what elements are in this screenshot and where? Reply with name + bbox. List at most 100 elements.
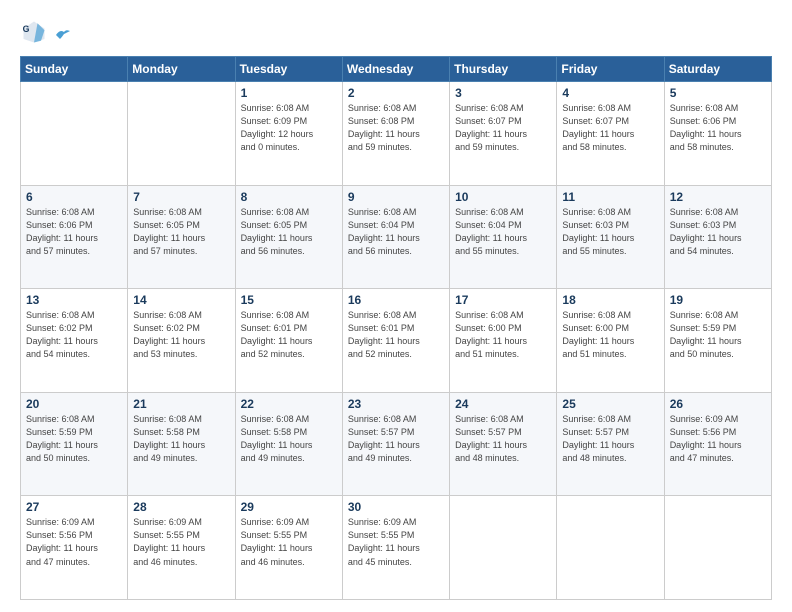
calendar-cell: 20Sunrise: 6:08 AM Sunset: 5:59 PM Dayli… (21, 392, 128, 496)
day-info: Sunrise: 6:08 AM Sunset: 6:04 PM Dayligh… (455, 206, 551, 258)
calendar-table: SundayMondayTuesdayWednesdayThursdayFrid… (20, 56, 772, 600)
day-info: Sunrise: 6:08 AM Sunset: 6:07 PM Dayligh… (562, 102, 658, 154)
day-number: 19 (670, 293, 766, 307)
day-info: Sunrise: 6:09 AM Sunset: 5:55 PM Dayligh… (241, 516, 337, 568)
calendar-cell: 6 Sunrise: 6:08 AM Sunset: 6:06 PM Daylig… (21, 185, 128, 289)
day-number: 17 (455, 293, 551, 307)
calendar-cell (128, 82, 235, 186)
day-info: Sunrise: 6:08 AM Sunset: 6:05 PM Dayligh… (133, 206, 229, 258)
logo: G (20, 18, 72, 46)
calendar-cell: 8 Sunrise: 6:08 AM Sunset: 6:05 PM Daylig… (235, 185, 342, 289)
calendar-cell: 18 Sunrise: 6:08 AM Sunset: 6:00 PM Dayli… (557, 289, 664, 393)
day-info: Sunrise: 6:08 AM Sunset: 6:01 PM Dayligh… (348, 309, 444, 361)
page: G SundayMondayTuesdayWednesdayThursdayFr… (0, 0, 792, 612)
day-info: Sunrise: 6:08 AM Sunset: 6:01 PM Dayligh… (241, 309, 337, 361)
day-number: 18 (562, 293, 658, 307)
day-number: 26 (670, 397, 766, 411)
day-info: Sunrise: 6:09 AM Sunset: 5:56 PM Dayligh… (26, 516, 122, 568)
calendar-cell: 12 Sunrise: 6:08 AM Sunset: 6:03 PM Dayli… (664, 185, 771, 289)
weekday-header-sunday: Sunday (21, 57, 128, 82)
day-info: Sunrise: 6:08 AM Sunset: 6:09 PM Dayligh… (241, 102, 337, 154)
calendar-cell: 1Sunrise: 6:08 AM Sunset: 6:09 PM Daylig… (235, 82, 342, 186)
calendar-cell: 17 Sunrise: 6:08 AM Sunset: 6:00 PM Dayli… (450, 289, 557, 393)
day-info: Sunrise: 6:09 AM Sunset: 5:55 PM Dayligh… (133, 516, 229, 568)
weekday-header-friday: Friday (557, 57, 664, 82)
calendar-cell (450, 496, 557, 600)
day-number: 20 (26, 397, 122, 411)
day-number: 24 (455, 397, 551, 411)
header: G (20, 18, 772, 46)
calendar-cell (557, 496, 664, 600)
calendar-cell: 14 Sunrise: 6:08 AM Sunset: 6:02 PM Dayli… (128, 289, 235, 393)
day-info: Sunrise: 6:08 AM Sunset: 6:08 PM Dayligh… (348, 102, 444, 154)
calendar-cell: 26 Sunrise: 6:09 AM Sunset: 5:56 PM Dayli… (664, 392, 771, 496)
calendar-cell: 25 Sunrise: 6:08 AM Sunset: 5:57 PM Dayli… (557, 392, 664, 496)
calendar-header: SundayMondayTuesdayWednesdayThursdayFrid… (21, 57, 772, 82)
calendar-cell: 22 Sunrise: 6:08 AM Sunset: 5:58 PM Dayli… (235, 392, 342, 496)
day-number: 27 (26, 500, 122, 514)
calendar-cell: 7 Sunrise: 6:08 AM Sunset: 6:05 PM Daylig… (128, 185, 235, 289)
weekday-header-thursday: Thursday (450, 57, 557, 82)
day-info: Sunrise: 6:08 AM Sunset: 6:03 PM Dayligh… (562, 206, 658, 258)
day-number: 11 (562, 190, 658, 204)
day-info: Sunrise: 6:08 AM Sunset: 5:57 PM Dayligh… (348, 413, 444, 465)
day-info: Sunrise: 6:08 AM Sunset: 5:58 PM Dayligh… (241, 413, 337, 465)
calendar-week-4: 20Sunrise: 6:08 AM Sunset: 5:59 PM Dayli… (21, 392, 772, 496)
weekday-header-wednesday: Wednesday (342, 57, 449, 82)
calendar-cell: 30 Sunrise: 6:09 AM Sunset: 5:55 PM Dayli… (342, 496, 449, 600)
day-info: Sunrise: 6:08 AM Sunset: 5:58 PM Dayligh… (133, 413, 229, 465)
day-info: Sunrise: 6:08 AM Sunset: 6:00 PM Dayligh… (455, 309, 551, 361)
day-number: 9 (348, 190, 444, 204)
day-info: Sunrise: 6:08 AM Sunset: 6:04 PM Dayligh… (348, 206, 444, 258)
day-number: 15 (241, 293, 337, 307)
weekday-header-row: SundayMondayTuesdayWednesdayThursdayFrid… (21, 57, 772, 82)
svg-text:G: G (23, 24, 30, 34)
calendar-cell: 10 Sunrise: 6:08 AM Sunset: 6:04 PM Dayli… (450, 185, 557, 289)
day-info: Sunrise: 6:09 AM Sunset: 5:56 PM Dayligh… (670, 413, 766, 465)
day-number: 25 (562, 397, 658, 411)
calendar-body: 1Sunrise: 6:08 AM Sunset: 6:09 PM Daylig… (21, 82, 772, 600)
calendar-week-2: 6 Sunrise: 6:08 AM Sunset: 6:06 PM Daylig… (21, 185, 772, 289)
calendar-cell: 23 Sunrise: 6:08 AM Sunset: 5:57 PM Dayli… (342, 392, 449, 496)
day-info: Sunrise: 6:08 AM Sunset: 6:00 PM Dayligh… (562, 309, 658, 361)
calendar-cell: 16 Sunrise: 6:08 AM Sunset: 6:01 PM Dayli… (342, 289, 449, 393)
day-info: Sunrise: 6:08 AM Sunset: 6:07 PM Dayligh… (455, 102, 551, 154)
day-number: 2 (348, 86, 444, 100)
logo-icon: G (20, 18, 48, 46)
day-info: Sunrise: 6:09 AM Sunset: 5:55 PM Dayligh… (348, 516, 444, 568)
day-number: 16 (348, 293, 444, 307)
calendar-cell: 27 Sunrise: 6:09 AM Sunset: 5:56 PM Dayli… (21, 496, 128, 600)
calendar-cell: 4Sunrise: 6:08 AM Sunset: 6:07 PM Daylig… (557, 82, 664, 186)
calendar-cell: 28 Sunrise: 6:09 AM Sunset: 5:55 PM Dayli… (128, 496, 235, 600)
day-number: 23 (348, 397, 444, 411)
day-number: 28 (133, 500, 229, 514)
day-info: Sunrise: 6:08 AM Sunset: 6:06 PM Dayligh… (670, 102, 766, 154)
day-number: 3 (455, 86, 551, 100)
day-info: Sunrise: 6:08 AM Sunset: 6:05 PM Dayligh… (241, 206, 337, 258)
day-number: 7 (133, 190, 229, 204)
day-number: 5 (670, 86, 766, 100)
day-number: 13 (26, 293, 122, 307)
day-number: 14 (133, 293, 229, 307)
calendar-cell: 2 Sunrise: 6:08 AM Sunset: 6:08 PM Daylig… (342, 82, 449, 186)
day-number: 6 (26, 190, 122, 204)
calendar-cell: 21Sunrise: 6:08 AM Sunset: 5:58 PM Dayli… (128, 392, 235, 496)
day-info: Sunrise: 6:08 AM Sunset: 5:57 PM Dayligh… (562, 413, 658, 465)
day-number: 22 (241, 397, 337, 411)
day-number: 12 (670, 190, 766, 204)
day-info: Sunrise: 6:08 AM Sunset: 6:03 PM Dayligh… (670, 206, 766, 258)
day-number: 8 (241, 190, 337, 204)
day-number: 30 (348, 500, 444, 514)
day-number: 10 (455, 190, 551, 204)
day-info: Sunrise: 6:08 AM Sunset: 6:06 PM Dayligh… (26, 206, 122, 258)
weekday-header-tuesday: Tuesday (235, 57, 342, 82)
calendar-week-3: 13 Sunrise: 6:08 AM Sunset: 6:02 PM Dayli… (21, 289, 772, 393)
day-info: Sunrise: 6:08 AM Sunset: 6:02 PM Dayligh… (26, 309, 122, 361)
calendar-cell: 5 Sunrise: 6:08 AM Sunset: 6:06 PM Daylig… (664, 82, 771, 186)
calendar-cell: 13 Sunrise: 6:08 AM Sunset: 6:02 PM Dayli… (21, 289, 128, 393)
day-info: Sunrise: 6:08 AM Sunset: 6:02 PM Dayligh… (133, 309, 229, 361)
weekday-header-saturday: Saturday (664, 57, 771, 82)
day-info: Sunrise: 6:08 AM Sunset: 5:59 PM Dayligh… (670, 309, 766, 361)
calendar-week-1: 1Sunrise: 6:08 AM Sunset: 6:09 PM Daylig… (21, 82, 772, 186)
calendar-week-5: 27 Sunrise: 6:09 AM Sunset: 5:56 PM Dayli… (21, 496, 772, 600)
